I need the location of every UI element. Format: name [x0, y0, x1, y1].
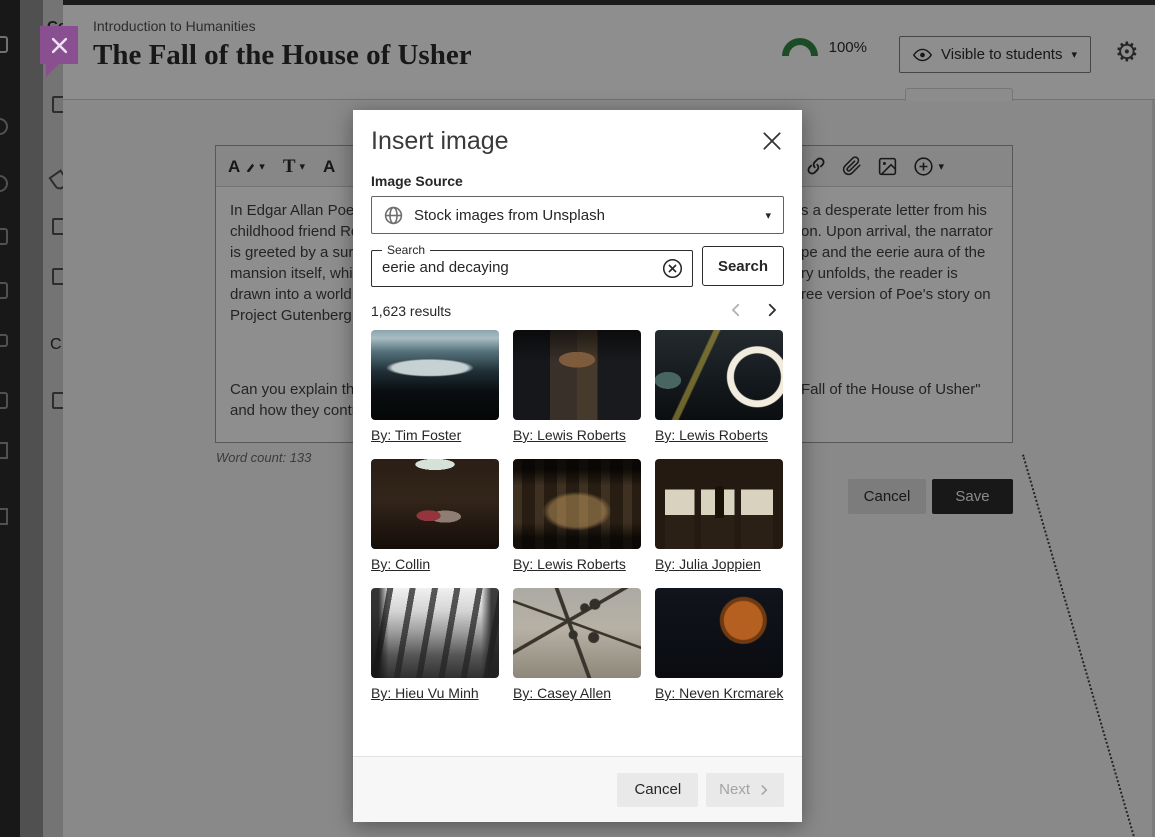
- search-button[interactable]: Search: [702, 246, 784, 286]
- modal-close-button[interactable]: [759, 129, 785, 155]
- modal-next-button[interactable]: Next: [706, 773, 784, 807]
- chevron-down-icon: ▾: [765, 209, 771, 222]
- modal-title: Insert image: [371, 127, 784, 156]
- stock-photo-tile[interactable]: [513, 588, 641, 678]
- chevron-right-icon: [763, 301, 781, 319]
- modal-footer: Cancel Next: [353, 756, 802, 822]
- clear-icon: [662, 258, 683, 279]
- stock-photo-tile[interactable]: [655, 459, 783, 549]
- results-next-button[interactable]: [760, 299, 784, 323]
- search-field-label: Search: [382, 243, 430, 257]
- search-input[interactable]: [380, 257, 662, 280]
- photo-credit-link[interactable]: By: Tim Foster: [371, 427, 461, 443]
- image-source-select[interactable]: Stock images from Unsplash ▾: [371, 196, 784, 234]
- image-source-label: Image Source: [371, 173, 784, 189]
- photo-credit-link[interactable]: By: Lewis Roberts: [655, 427, 768, 443]
- globe-icon: [384, 206, 403, 225]
- results-prev-button[interactable]: [724, 299, 748, 323]
- modal-cancel-button[interactable]: Cancel: [617, 773, 698, 807]
- close-icon: [761, 130, 783, 152]
- photo-credit-link[interactable]: By: Lewis Roberts: [513, 427, 626, 443]
- stock-photo-tile[interactable]: [655, 588, 783, 678]
- chevron-right-icon: [757, 783, 771, 797]
- results-count: 1,623 results: [371, 303, 451, 319]
- stock-photo-tile[interactable]: [371, 588, 499, 678]
- photo-credit-link[interactable]: By: Hieu Vu Minh: [371, 685, 479, 701]
- image-source-value: Stock images from Unsplash: [414, 207, 605, 224]
- panel-close-button[interactable]: [40, 26, 78, 64]
- photo-credit-link[interactable]: By: Collin: [371, 556, 430, 572]
- insert-image-modal: Insert image Image Source Stock images f…: [353, 110, 802, 822]
- photo-credit-link[interactable]: By: Neven Krcmarek: [655, 685, 783, 701]
- photo-credit-link[interactable]: By: Julia Joppien: [655, 556, 761, 572]
- close-icon: [51, 37, 68, 54]
- photo-credit-link[interactable]: By: Lewis Roberts: [513, 556, 626, 572]
- chevron-left-icon: [727, 301, 745, 319]
- next-label: Next: [719, 781, 750, 798]
- stock-photo-grid: By: Tim Foster By: Lewis Roberts By: Lew…: [371, 330, 784, 703]
- stock-photo-tile[interactable]: [513, 330, 641, 420]
- search-field: Search: [371, 243, 693, 287]
- stock-photo-tile[interactable]: [513, 459, 641, 549]
- stock-photo-tile[interactable]: [371, 459, 499, 549]
- stock-photo-tile[interactable]: [371, 330, 499, 420]
- clear-search-button[interactable]: [662, 258, 684, 280]
- stock-photo-tile[interactable]: [655, 330, 783, 420]
- photo-credit-link[interactable]: By: Casey Allen: [513, 685, 611, 701]
